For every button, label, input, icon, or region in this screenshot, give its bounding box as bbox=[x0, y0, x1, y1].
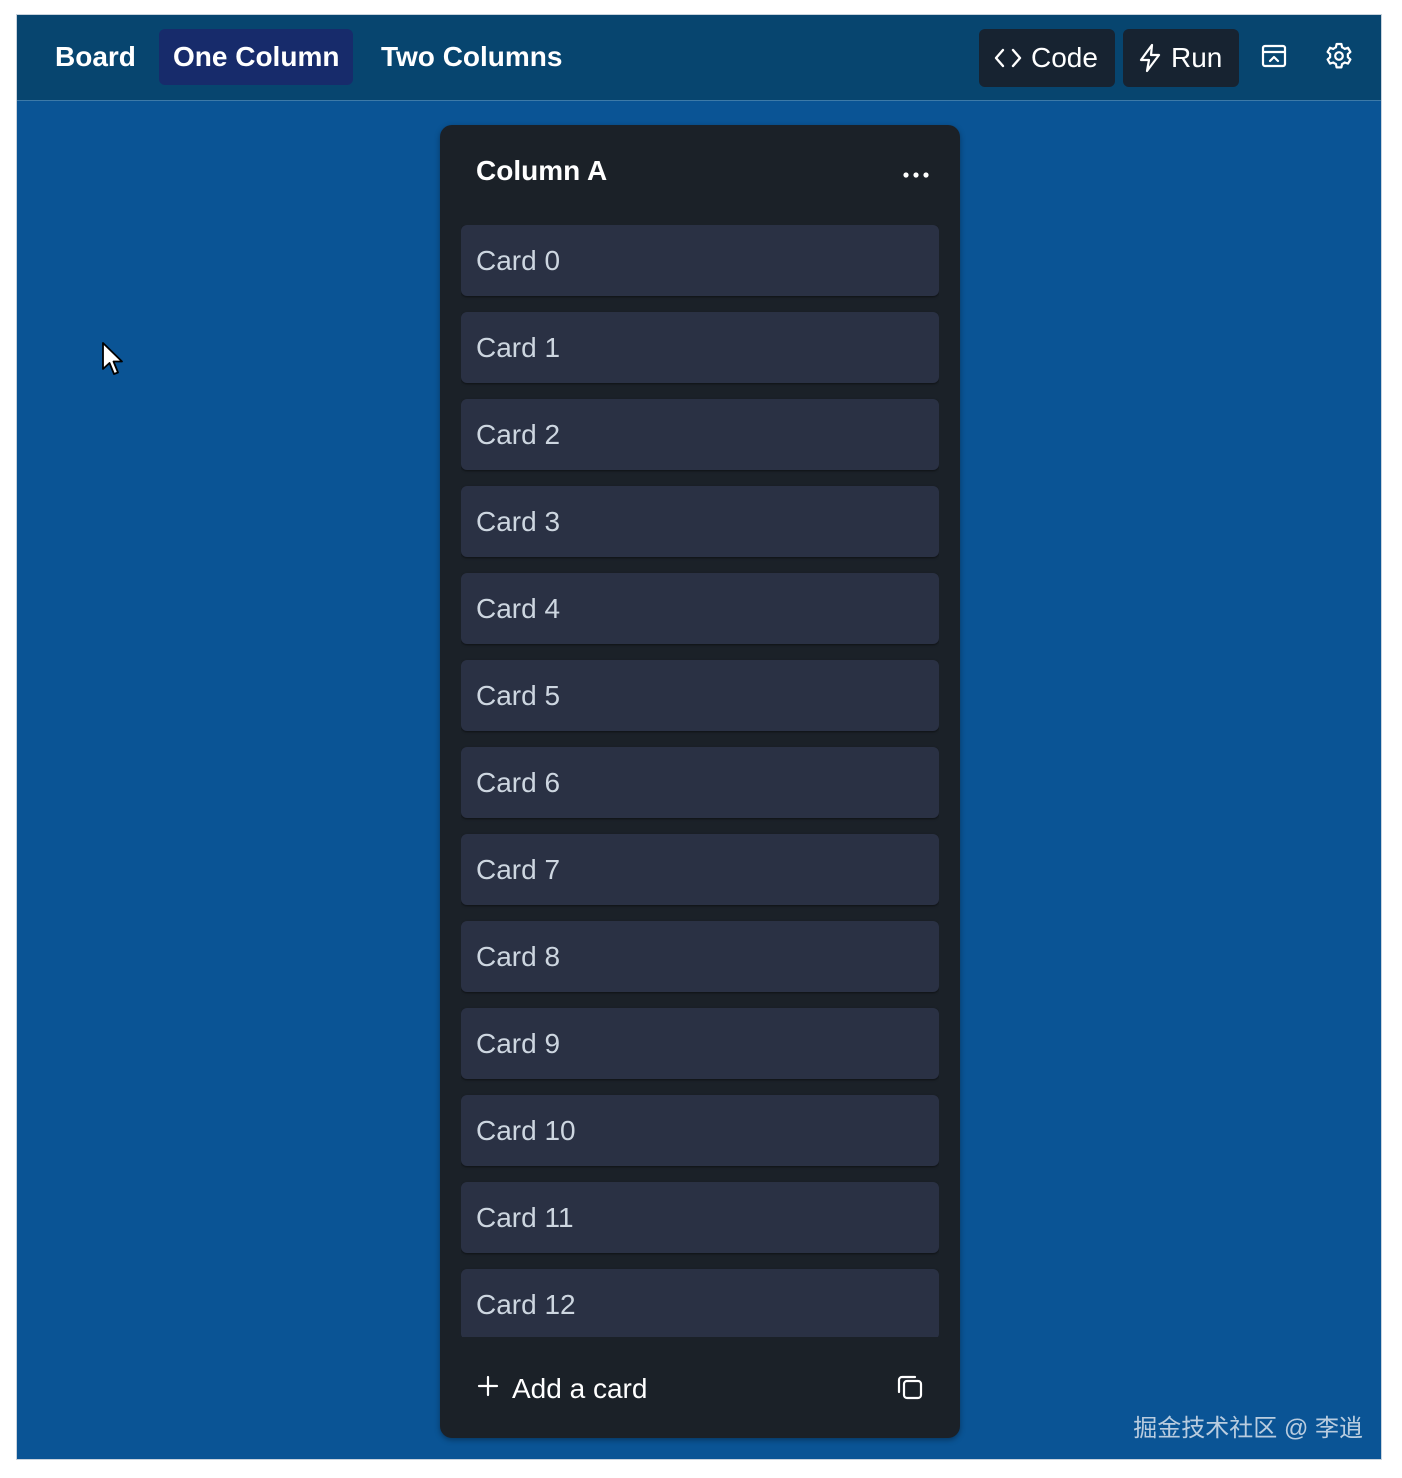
top-bar: Board One Column Two Columns Code Run bbox=[17, 15, 1381, 101]
card[interactable]: Card 7 bbox=[461, 834, 939, 905]
card[interactable]: Card 11 bbox=[461, 1182, 939, 1253]
tab-one-column[interactable]: One Column bbox=[159, 29, 354, 85]
code-button-label: Code bbox=[1031, 42, 1098, 73]
code-button[interactable]: Code bbox=[979, 29, 1115, 87]
gear-icon bbox=[1324, 41, 1354, 76]
plus-icon bbox=[476, 1373, 500, 1405]
copy-icon bbox=[895, 1372, 925, 1407]
card[interactable]: Card 3 bbox=[461, 486, 939, 557]
card[interactable]: Card 12 bbox=[461, 1269, 939, 1337]
card[interactable]: Card 4 bbox=[461, 573, 939, 644]
tab-board[interactable]: Board bbox=[41, 29, 150, 85]
card[interactable]: Card 10 bbox=[461, 1095, 939, 1166]
board-frame: Board One Column Two Columns Code Run Co… bbox=[16, 14, 1382, 1460]
lightning-icon bbox=[1137, 43, 1163, 73]
add-card-button[interactable]: Add a card bbox=[476, 1369, 647, 1409]
panel-toggle-button[interactable] bbox=[1251, 35, 1297, 81]
card[interactable]: Card 9 bbox=[461, 1008, 939, 1079]
column-menu-button[interactable] bbox=[896, 159, 936, 191]
card[interactable]: Card 0 bbox=[461, 225, 939, 296]
card[interactable]: Card 2 bbox=[461, 399, 939, 470]
mouse-cursor-icon bbox=[101, 341, 127, 382]
panel-icon bbox=[1260, 42, 1288, 75]
card-list[interactable]: Card 0 Card 1 Card 2 Card 3 Card 4 Card … bbox=[461, 225, 939, 1337]
column-a: Column A Card 0 Card 1 Card 2 Card 3 Car… bbox=[440, 125, 960, 1438]
card[interactable]: Card 8 bbox=[461, 921, 939, 992]
code-icon bbox=[993, 46, 1023, 70]
card[interactable]: Card 5 bbox=[461, 660, 939, 731]
add-card-label: Add a card bbox=[512, 1373, 648, 1404]
run-button[interactable]: Run bbox=[1123, 29, 1239, 87]
create-from-template-button[interactable] bbox=[890, 1369, 930, 1409]
column-title: Column A bbox=[476, 155, 608, 186]
more-horizontal-icon bbox=[902, 166, 930, 184]
tab-two-columns[interactable]: Two Columns bbox=[367, 29, 576, 85]
run-button-label: Run bbox=[1171, 42, 1223, 73]
card[interactable]: Card 1 bbox=[461, 312, 939, 383]
watermark: 掘金技术社区 @ 李逍 bbox=[1133, 1415, 1363, 1442]
card[interactable]: Card 6 bbox=[461, 747, 939, 818]
settings-button[interactable] bbox=[1316, 35, 1362, 81]
